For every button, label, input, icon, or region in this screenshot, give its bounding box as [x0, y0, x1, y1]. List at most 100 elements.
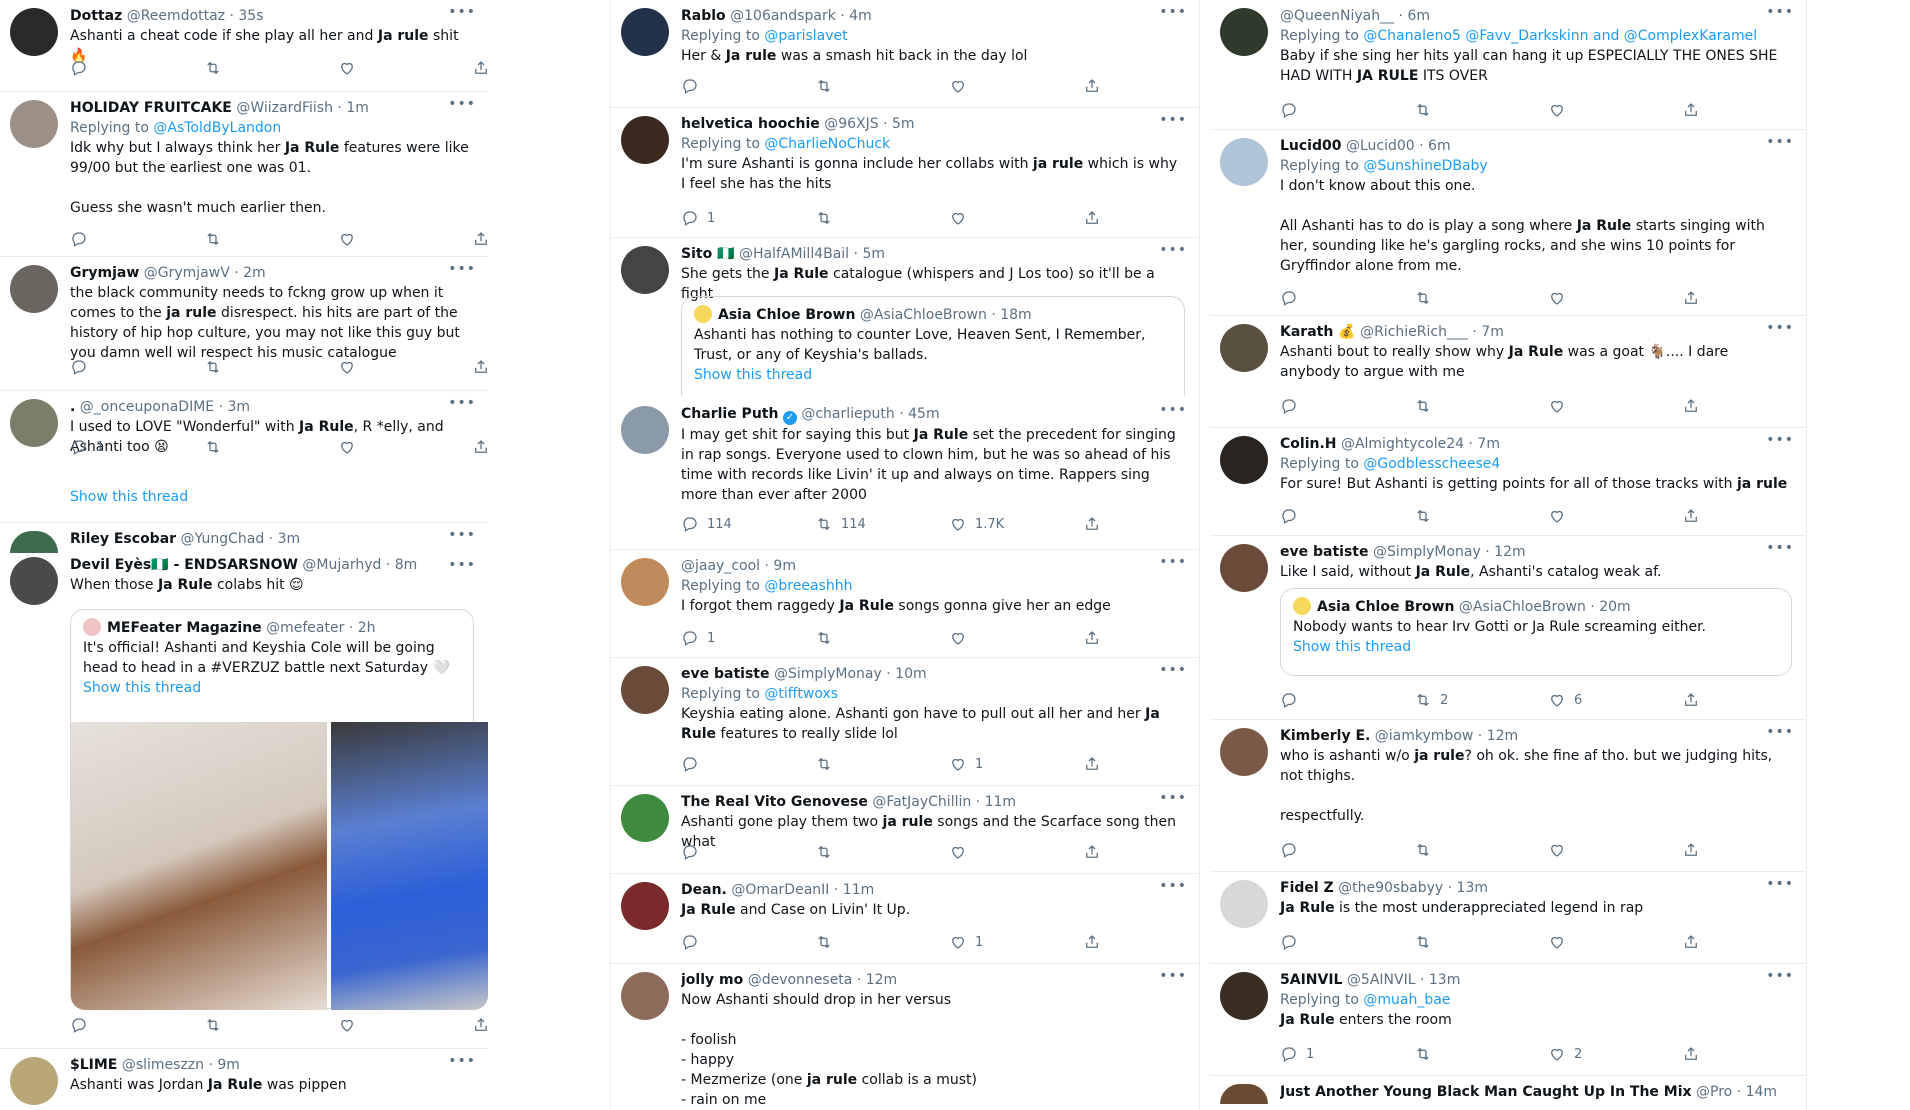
avatar[interactable] [621, 8, 669, 56]
timestamp[interactable]: 9m [217, 1057, 240, 1073]
tweet[interactable]: eve batiste @SimplyMonay · 10m Replying … [611, 658, 1199, 786]
timestamp[interactable]: 12m [1487, 728, 1518, 744]
more-icon[interactable]: ••• [1159, 242, 1187, 258]
show-thread-link[interactable]: Show this thread [70, 489, 188, 505]
tweet[interactable]: eve batiste @SimplyMonay · 12m Like I sa… [1210, 536, 1806, 720]
tweet[interactable]: Colin.H @Almightycole24 · 7m Replying to… [1210, 428, 1806, 536]
reply-button[interactable] [1280, 506, 1414, 526]
like-button[interactable]: 1.7K [949, 514, 1083, 534]
tweet[interactable]: Fidel Z @the90sbabyy · 13m Ja Rule is th… [1210, 872, 1806, 964]
timestamp[interactable]: 35s [238, 8, 263, 24]
avatar[interactable] [1220, 972, 1268, 1020]
retweet-button[interactable] [1414, 932, 1548, 952]
handle[interactable]: @YungChad [181, 531, 265, 547]
reply-mention-link[interactable]: @breeashhh [764, 578, 852, 594]
timestamp[interactable]: 2m [243, 265, 266, 281]
share-button[interactable] [1083, 842, 1101, 862]
share-button[interactable] [1083, 208, 1101, 228]
retweet-button[interactable] [204, 229, 338, 249]
retweet-button[interactable] [815, 628, 949, 648]
retweet-button[interactable] [1414, 840, 1548, 860]
timestamp[interactable]: 7m [1477, 436, 1500, 452]
share-button[interactable] [1682, 396, 1700, 416]
avatar[interactable] [10, 531, 58, 553]
more-icon[interactable]: ••• [1159, 968, 1187, 984]
retweet-button[interactable] [204, 58, 338, 78]
retweet-button[interactable] [204, 357, 338, 377]
tweet[interactable]: Sito 🇳🇬 @HalfAMill4Bail · 5m She gets th… [611, 238, 1199, 398]
display-name[interactable]: The Real Vito Genovese [681, 794, 868, 810]
avatar[interactable] [621, 882, 669, 930]
display-name[interactable]: Colin.H [1280, 436, 1337, 452]
avatar[interactable] [10, 8, 58, 56]
quoted-tweet[interactable]: Asia Chloe Brown @AsiaChloeBrown · 18m A… [681, 296, 1185, 396]
reply-button[interactable] [70, 357, 204, 377]
share-button[interactable] [1083, 628, 1101, 648]
handle[interactable]: @FatJayChillin [872, 794, 971, 810]
show-thread-link[interactable]: Show this thread [1293, 637, 1779, 657]
more-icon[interactable]: ••• [448, 395, 476, 411]
reply-button[interactable]: 1 [1280, 1044, 1414, 1064]
handle[interactable]: @96XJS [824, 116, 878, 132]
tweet[interactable]: The Real Vito Genovese @FatJayChillin · … [611, 786, 1199, 874]
handle[interactable]: @Pro [1696, 1084, 1732, 1100]
retweet-button[interactable] [1414, 288, 1548, 308]
timestamp[interactable]: 14m [1746, 1084, 1777, 1100]
handle[interactable]: @106andspark [730, 8, 836, 24]
display-name[interactable]: Rablo [681, 8, 726, 24]
share-button[interactable] [1682, 100, 1700, 120]
timestamp[interactable]: 1m [346, 100, 369, 116]
reply-button[interactable] [681, 76, 815, 96]
share-button[interactable] [472, 1015, 488, 1035]
more-icon[interactable]: ••• [1159, 554, 1187, 570]
like-button[interactable] [1548, 506, 1682, 526]
handle[interactable]: @HalfAMill4Bail [739, 246, 849, 262]
tweet[interactable]: @QueenNiyah__ · 6m Replying to @Chanalen… [1210, 0, 1806, 130]
handle[interactable]: @RichieRich___ [1360, 324, 1468, 340]
share-button[interactable] [1682, 690, 1700, 710]
display-name[interactable]: Dottaz [70, 8, 122, 24]
reply-button[interactable]: 1 [70, 437, 204, 457]
timestamp[interactable]: 9m [773, 558, 796, 574]
more-icon[interactable]: ••• [1766, 968, 1794, 984]
display-name[interactable]: Grymjaw [70, 265, 139, 281]
timestamp[interactable]: 8m [395, 557, 418, 573]
reply-button[interactable] [1280, 932, 1414, 952]
reply-button[interactable] [70, 229, 204, 249]
handle[interactable]: @5AINVIL [1347, 972, 1416, 988]
handle[interactable]: @jaay_cool [681, 558, 760, 574]
avatar[interactable] [621, 972, 669, 1020]
tweet[interactable]: $LIME @slimeszzn · 9m Ashanti was Jordan… [0, 1049, 488, 1110]
more-icon[interactable]: ••• [1159, 4, 1187, 20]
handle[interactable]: @Mujarhyd [302, 557, 381, 573]
timestamp[interactable]: 6m [1428, 138, 1451, 154]
more-icon[interactable]: ••• [448, 557, 476, 573]
reply-button[interactable] [1280, 396, 1414, 416]
tweet[interactable]: Dean. @OmarDeanII · 11m Ja Rule and Case… [611, 874, 1199, 964]
avatar[interactable] [1220, 436, 1268, 484]
avatar[interactable] [621, 246, 669, 294]
tweet[interactable]: . @_onceuponaDIME · 3m I used to LOVE "W… [0, 391, 488, 523]
more-icon[interactable]: ••• [1766, 320, 1794, 336]
reply-mention-link[interactable]: @muah_bae [1363, 992, 1450, 1008]
quote-display-name[interactable]: Asia Chloe Brown [1317, 599, 1454, 615]
share-button[interactable] [472, 58, 488, 78]
tweet[interactable]: 5AINVIL @5AINVIL · 13m Replying to @muah… [1210, 964, 1806, 1076]
share-button[interactable] [472, 437, 488, 457]
display-name[interactable]: 5AINVIL [1280, 972, 1342, 988]
share-button[interactable] [1083, 76, 1101, 96]
share-button[interactable] [1682, 932, 1700, 952]
reply-button[interactable] [1280, 690, 1414, 710]
reply-button[interactable]: 114 [681, 514, 815, 534]
handle[interactable]: @slimeszzn [122, 1057, 204, 1073]
reply-button[interactable] [681, 842, 815, 862]
reply-button[interactable]: 1 [681, 628, 815, 648]
retweet-button[interactable]: 114 [815, 514, 949, 534]
like-button[interactable] [338, 229, 472, 249]
display-name[interactable]: Lucid00 [1280, 138, 1342, 154]
share-button[interactable] [1083, 932, 1101, 952]
handle[interactable]: @charlieputh [801, 406, 894, 422]
avatar[interactable] [1220, 324, 1268, 372]
tweet[interactable]: Dottaz @Reemdottaz · 35s Ashanti a cheat… [0, 0, 488, 92]
avatar[interactable] [621, 666, 669, 714]
